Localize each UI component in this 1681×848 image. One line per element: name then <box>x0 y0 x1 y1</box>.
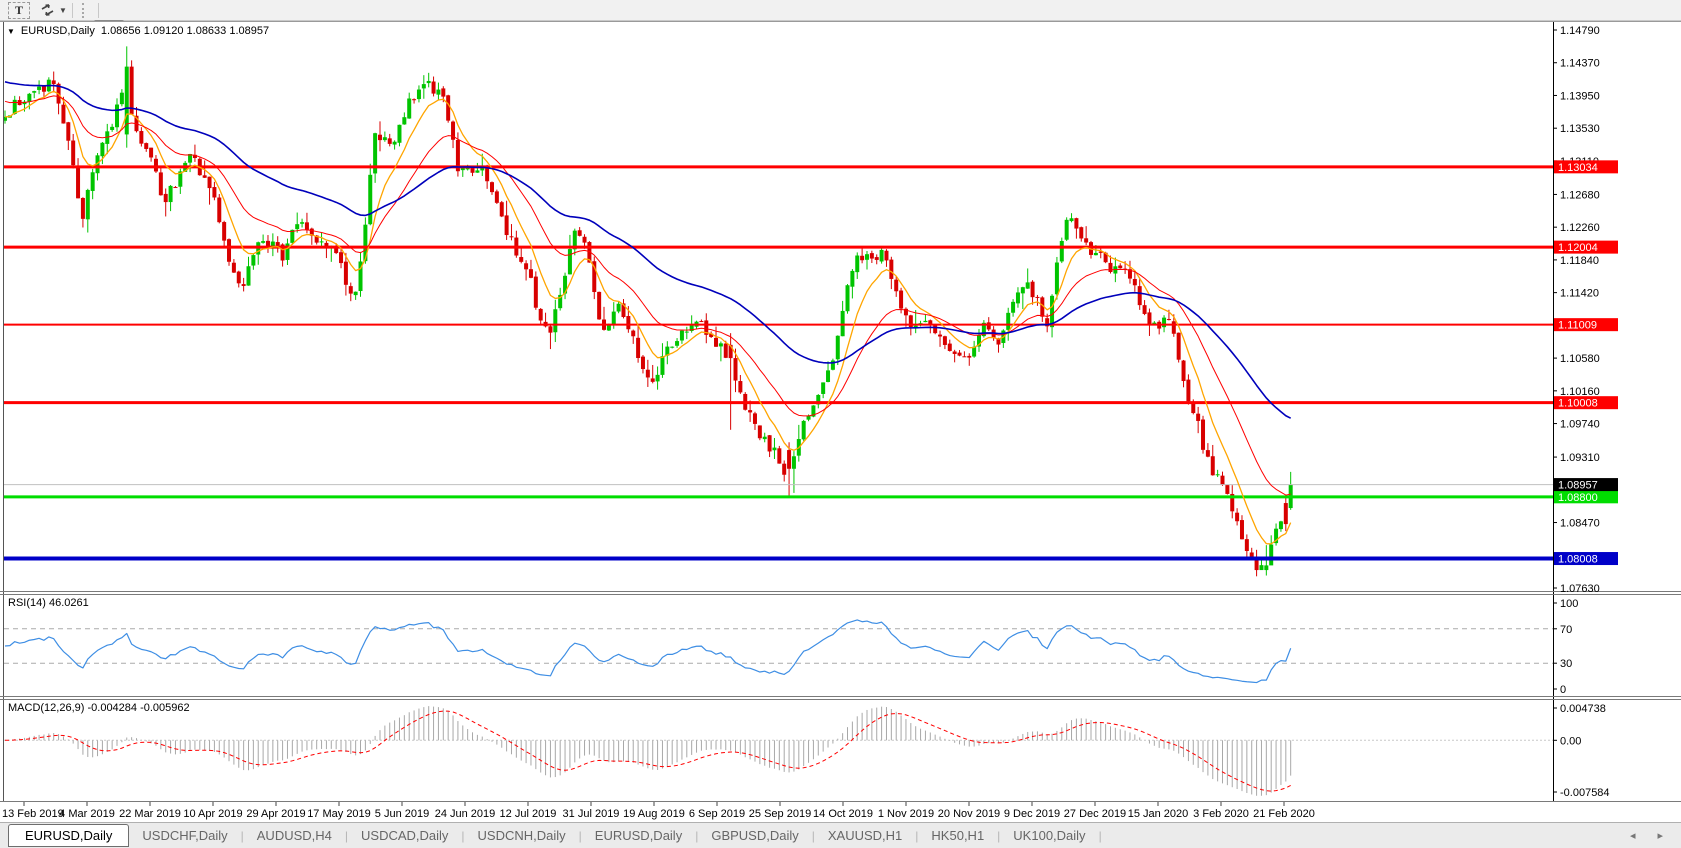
tab-separator: | <box>1098 828 1102 843</box>
svg-text:1.08008: 1.08008 <box>1558 554 1598 566</box>
svg-text:1.12004: 1.12004 <box>1558 242 1598 254</box>
timeframe-group-separator <box>97 2 99 18</box>
svg-text:12 Jul 2019: 12 Jul 2019 <box>500 808 557 820</box>
svg-text:1.13034: 1.13034 <box>1558 162 1598 174</box>
chart-canvas[interactable]: 1.147901.143701.139501.135301.131101.126… <box>0 21 1681 822</box>
svg-text:27 Dec 2019: 27 Dec 2019 <box>1064 808 1126 820</box>
svg-text:13 Feb 2019: 13 Feb 2019 <box>2 808 64 820</box>
toolbar-grip <box>81 2 87 18</box>
svg-text:100: 100 <box>1560 598 1578 610</box>
svg-text:19 Aug 2019: 19 Aug 2019 <box>623 808 685 820</box>
rsi-name: RSI(14) <box>8 597 46 609</box>
svg-text:1.14370: 1.14370 <box>1560 58 1600 70</box>
svg-text:21 Feb 2020: 21 Feb 2020 <box>1253 808 1315 820</box>
tab-scroll-buttons: ◂ ▸ <box>1626 829 1681 842</box>
svg-text:1.10160: 1.10160 <box>1560 386 1600 398</box>
svg-text:29 Apr 2019: 29 Apr 2019 <box>246 808 305 820</box>
svg-text:14 Oct 2019: 14 Oct 2019 <box>813 808 873 820</box>
svg-text:25 Sep 2019: 25 Sep 2019 <box>749 808 811 820</box>
svg-text:1.09310: 1.09310 <box>1560 452 1600 464</box>
chart-tab-usdcnh-daily[interactable]: USDCNH,Daily <box>465 825 579 846</box>
trading-terminal: { "toolbar": { "text_tool_label": "T", "… <box>0 0 1681 848</box>
toolbar-separator <box>71 2 73 18</box>
arrows-icon <box>41 4 54 16</box>
chart-tab-uk100-daily[interactable]: UK100,Daily <box>1000 825 1098 846</box>
svg-text:1.13950: 1.13950 <box>1560 90 1600 102</box>
svg-text:31 Jul 2019: 31 Jul 2019 <box>563 808 620 820</box>
svg-text:22 Mar 2019: 22 Mar 2019 <box>119 808 181 820</box>
svg-text:1.10008: 1.10008 <box>1558 398 1598 410</box>
svg-text:1.09740: 1.09740 <box>1560 419 1600 431</box>
rsi-value: 46.0261 <box>48 597 89 609</box>
svg-text:1.10580: 1.10580 <box>1560 353 1600 365</box>
draw-arrows-tool-button[interactable] <box>40 3 56 17</box>
macd-indicator-label: MACD(12,26,9) -0.004284 -0.005962 <box>8 702 190 714</box>
svg-text:1.07630: 1.07630 <box>1560 583 1600 595</box>
svg-text:1.13530: 1.13530 <box>1560 123 1600 135</box>
chart-tabs-bar: EURUSD,Daily USDCHF,Daily | AUDUSD,H4 | USDCA… <box>0 822 1681 848</box>
chart-tab-xauusd-h1[interactable]: XAUUSD,H1 <box>815 825 915 846</box>
timeframe-button-m1[interactable]: M1 <box>94 0 125 3</box>
chart-tab-hk50-h1[interactable]: HK50,H1 <box>918 825 997 846</box>
svg-text:1.08800: 1.08800 <box>1558 492 1598 504</box>
svg-text:1.12260: 1.12260 <box>1560 222 1600 234</box>
timeframe-button-m5[interactable]: M5 <box>127 0 158 3</box>
svg-text:1.12680: 1.12680 <box>1560 189 1600 201</box>
svg-text:5 Jun 2019: 5 Jun 2019 <box>375 808 429 820</box>
svg-text:0.00: 0.00 <box>1560 735 1581 747</box>
svg-text:30: 30 <box>1560 658 1572 670</box>
svg-text:20 Nov 2019: 20 Nov 2019 <box>938 808 1000 820</box>
svg-text:24 Jun 2019: 24 Jun 2019 <box>435 808 496 820</box>
svg-text:70: 70 <box>1560 624 1572 636</box>
svg-text:1.08470: 1.08470 <box>1560 518 1600 530</box>
svg-text:15 Jan 2020: 15 Jan 2020 <box>1128 808 1189 820</box>
chart-tab-eurusd-daily[interactable]: EURUSD,Daily <box>582 825 695 846</box>
symbol-dropdown-icon[interactable]: ▼ <box>7 27 15 36</box>
timeframe-button-m30[interactable]: M30 <box>200 0 237 3</box>
tool-dropdown-caret-icon[interactable]: ▼ <box>59 6 67 15</box>
tab-scroll-left-button[interactable]: ◂ <box>1626 829 1640 842</box>
tabs-host: EURUSD,Daily USDCHF,Daily | AUDUSD,H4 | USDCA… <box>0 824 1102 847</box>
text-label-tool-button[interactable]: T <box>8 1 30 19</box>
svg-text:6 Sep 2019: 6 Sep 2019 <box>689 808 745 820</box>
toolbar: T ▼ M1M5M15M30H1H4D1W1MN <box>0 0 1681 36</box>
svg-text:1.11009: 1.11009 <box>1558 320 1597 332</box>
tab-scroll-right-button[interactable]: ▸ <box>1653 829 1667 842</box>
svg-text:1.14790: 1.14790 <box>1560 25 1600 37</box>
macd-values: -0.004284 -0.005962 <box>87 702 190 714</box>
svg-text:0.004738: 0.004738 <box>1560 703 1606 715</box>
macd-name: MACD(12,26,9) <box>8 702 85 714</box>
chart-ohlc-values: 1.08656 1.09120 1.08633 1.08957 <box>100 25 270 37</box>
timeframe-button-h1[interactable]: H1 <box>239 0 269 3</box>
rsi-indicator-label: RSI(14) 46.0261 <box>8 597 89 609</box>
svg-text:1.11420: 1.11420 <box>1560 288 1599 300</box>
svg-text:9 Dec 2019: 9 Dec 2019 <box>1004 808 1060 820</box>
chart-title: ▼ EURUSD,Daily 1.08656 1.09120 1.08633 1… <box>7 25 269 37</box>
chart-title-symbol: EURUSD,Daily <box>20 25 95 37</box>
svg-text:-0.007584: -0.007584 <box>1560 787 1610 799</box>
svg-text:3 Feb 2020: 3 Feb 2020 <box>1193 808 1249 820</box>
chart-tab-audusd-h4[interactable]: AUDUSD,H4 <box>244 825 345 846</box>
svg-text:1.11840: 1.11840 <box>1560 255 1599 267</box>
svg-text:1.08957: 1.08957 <box>1558 480 1598 492</box>
svg-text:17 May 2019: 17 May 2019 <box>307 808 371 820</box>
chart-tab-usdchf-daily[interactable]: USDCHF,Daily <box>129 825 240 846</box>
timeframe-button-m15[interactable]: M15 <box>160 0 197 3</box>
svg-text:10 Apr 2019: 10 Apr 2019 <box>183 808 242 820</box>
svg-text:0: 0 <box>1560 684 1566 696</box>
chart-tab-gbpusd-daily[interactable]: GBPUSD,Daily <box>698 825 811 846</box>
chart-tab-eurusd-daily[interactable]: EURUSD,Daily <box>8 824 130 847</box>
svg-text:1 Nov 2019: 1 Nov 2019 <box>878 808 934 820</box>
svg-text:4 Mar 2019: 4 Mar 2019 <box>59 808 115 820</box>
timeframe-button-h4[interactable]: H4 <box>271 0 301 3</box>
chart-tab-usdcad-daily[interactable]: USDCAD,Daily <box>348 825 461 846</box>
text-tool-glyph: T <box>14 2 23 17</box>
